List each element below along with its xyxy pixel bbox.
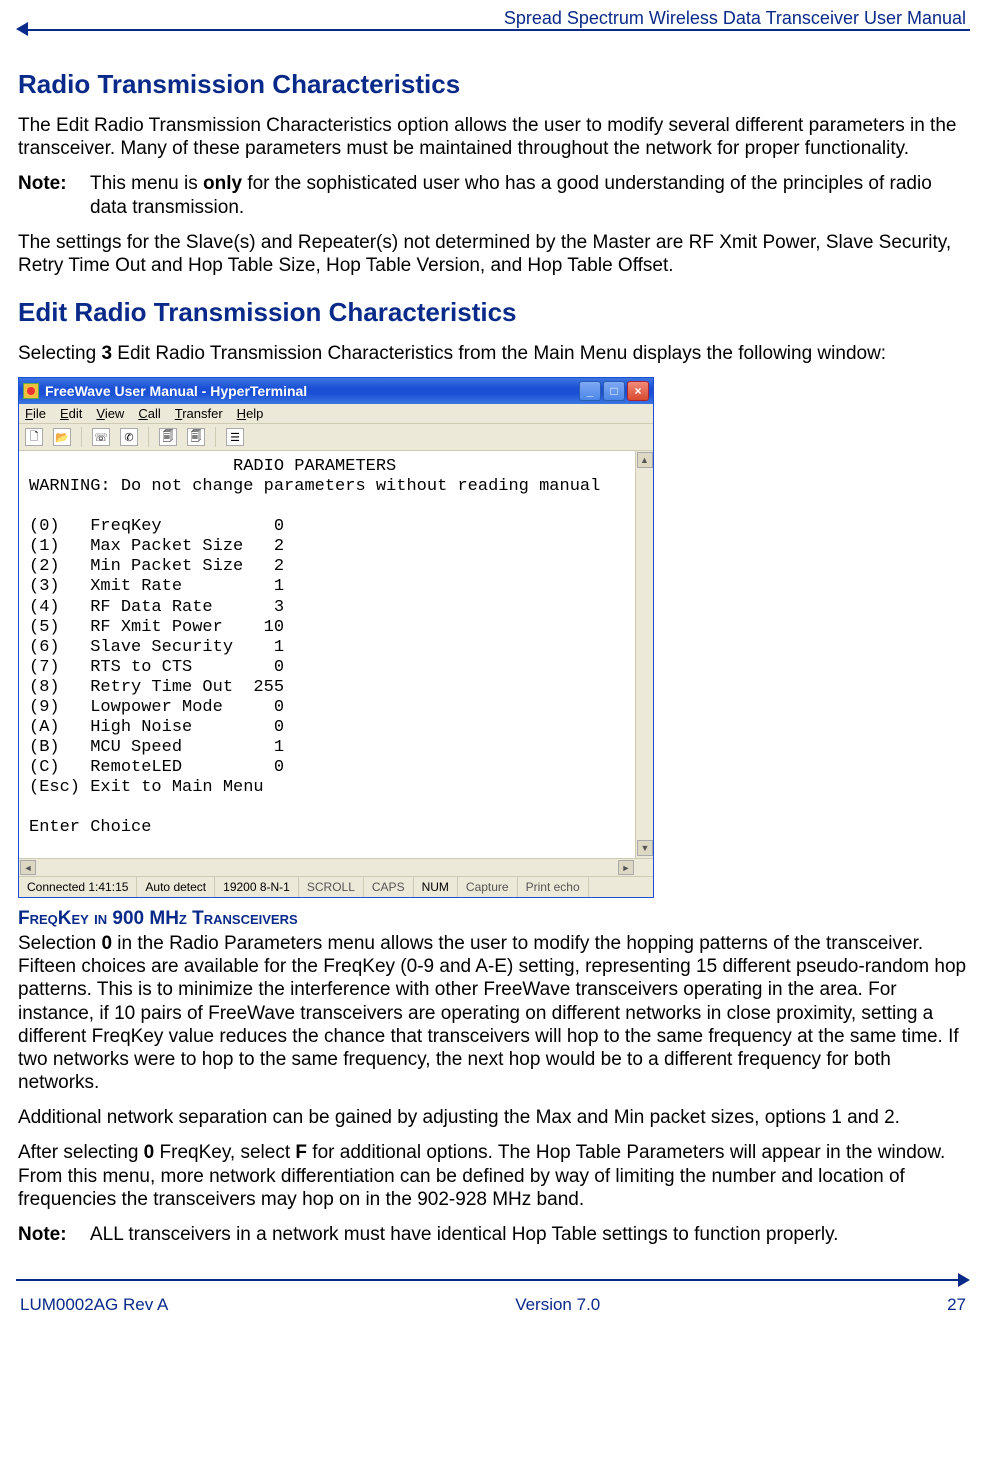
text-bold: 0 xyxy=(144,1142,155,1163)
scroll-left-icon[interactable]: ◄ xyxy=(20,860,36,875)
toolbar-call-icon[interactable]: ☏ xyxy=(92,428,110,446)
close-button[interactable]: × xyxy=(627,381,649,401)
header-doc-title: Spread Spectrum Wireless Data Transceive… xyxy=(28,6,970,31)
note-body: This menu is only for the sophisticated … xyxy=(90,172,968,218)
note-block: Note: This menu is only for the sophisti… xyxy=(18,172,968,218)
text: FreqKey, select xyxy=(154,1142,295,1163)
paragraph: Selecting 3 Edit Radio Transmission Char… xyxy=(18,342,968,365)
vertical-scrollbar[interactable]: ▲ ▼ xyxy=(635,451,653,858)
toolbar-properties-icon[interactable]: ☰ xyxy=(226,428,244,446)
paragraph: Additional network separation can be gai… xyxy=(18,1106,968,1129)
terminal-output[interactable]: RADIO PARAMETERS WARNING: Do not change … xyxy=(19,451,653,858)
section-heading-radio-transmission: Radio Transmission Characteristics xyxy=(18,69,968,100)
menu-edit[interactable]: Edit xyxy=(60,406,82,421)
toolbar-receive-icon[interactable]: 🗐 xyxy=(187,428,205,446)
text: in the Radio Parameters menu allows the … xyxy=(18,933,966,1093)
status-connected: Connected 1:41:15 xyxy=(19,877,137,897)
status-scroll: SCROLL xyxy=(299,877,364,897)
text: Edit Radio Transmission Characteristics … xyxy=(112,343,886,364)
statusbar: Connected 1:41:15 Auto detect 19200 8-N-… xyxy=(19,876,653,897)
maximize-button[interactable]: □ xyxy=(603,381,625,401)
text: Selecting xyxy=(18,343,101,364)
window-titlebar[interactable]: FreeWave User Manual - HyperTerminal _ □… xyxy=(19,378,653,404)
menu-view[interactable]: View xyxy=(96,406,124,421)
note-body: ALL transceivers in a network must have … xyxy=(90,1223,968,1246)
menu-transfer[interactable]: Transfer xyxy=(175,406,223,421)
status-capture: Capture xyxy=(458,877,518,897)
status-caps: CAPS xyxy=(364,877,414,897)
scroll-down-icon[interactable]: ▼ xyxy=(637,840,653,856)
page-footer: LUM0002AG Rev A Version 7.0 27 xyxy=(16,1287,970,1331)
paragraph: Selection 0 in the Radio Parameters menu… xyxy=(18,932,968,1094)
text: This menu is xyxy=(90,173,203,194)
note-label: Note: xyxy=(18,172,90,218)
window-title: FreeWave User Manual - HyperTerminal xyxy=(45,383,579,399)
hyperterminal-window: FreeWave User Manual - HyperTerminal _ □… xyxy=(18,377,654,898)
text: After selecting xyxy=(18,1142,144,1163)
footer-right: 27 xyxy=(947,1295,966,1315)
separator-icon xyxy=(81,427,82,447)
status-detect: Auto detect xyxy=(137,877,215,897)
status-num: NUM xyxy=(414,877,458,897)
toolbar-open-icon[interactable]: 📂 xyxy=(53,428,71,446)
toolbar-hangup-icon[interactable]: ✆ xyxy=(120,428,138,446)
minimize-button[interactable]: _ xyxy=(579,381,601,401)
text-bold: F xyxy=(295,1142,307,1163)
menu-file[interactable]: File xyxy=(25,406,46,421)
footer-arrow-icon xyxy=(958,1273,970,1287)
menubar: File Edit View Call Transfer Help xyxy=(19,404,653,424)
note-label: Note: xyxy=(18,1223,90,1246)
paragraph: The Edit Radio Transmission Characterist… xyxy=(18,114,968,160)
status-echo: Print echo xyxy=(518,877,589,897)
toolbar-new-icon[interactable]: 🗋 xyxy=(25,428,43,446)
scroll-up-icon[interactable]: ▲ xyxy=(637,452,653,468)
subsection-heading-freqkey: FreqKey in 900 MHz Transceivers xyxy=(18,908,968,930)
separator-icon xyxy=(215,427,216,447)
text: Selection xyxy=(18,933,101,954)
toolbar-send-icon[interactable]: 🗐 xyxy=(159,428,177,446)
footer-center: Version 7.0 xyxy=(515,1295,600,1315)
paragraph: The settings for the Slave(s) and Repeat… xyxy=(18,231,968,277)
paragraph: After selecting 0 FreqKey, select F for … xyxy=(18,1141,968,1211)
section-heading-edit-radio: Edit Radio Transmission Characteristics xyxy=(18,297,968,328)
menu-help[interactable]: Help xyxy=(237,406,264,421)
footer-left: LUM0002AG Rev A xyxy=(20,1295,168,1315)
text-bold: 0 xyxy=(101,933,112,954)
text-bold: only xyxy=(203,173,242,194)
note-block: Note: ALL transceivers in a network must… xyxy=(18,1223,968,1246)
app-icon xyxy=(23,383,39,399)
header-arrow-icon xyxy=(16,22,28,36)
status-baud: 19200 8-N-1 xyxy=(215,877,299,897)
separator-icon xyxy=(148,427,149,447)
horizontal-scrollbar[interactable]: ◄ ► xyxy=(19,858,653,876)
text-bold: 3 xyxy=(101,343,112,364)
menu-call[interactable]: Call xyxy=(138,406,160,421)
scroll-right-icon[interactable]: ► xyxy=(618,860,634,875)
toolbar: 🗋 📂 ☏ ✆ 🗐 🗐 ☰ xyxy=(19,424,653,451)
